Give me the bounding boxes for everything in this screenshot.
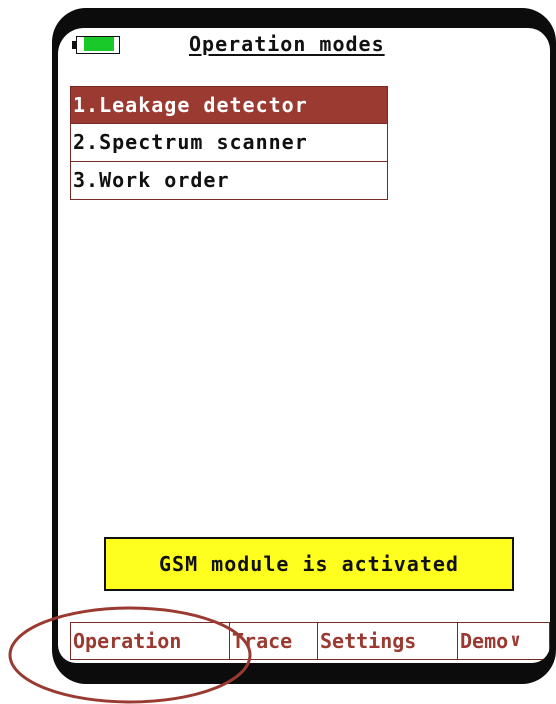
tab-operation[interactable]: Operation — [70, 622, 230, 660]
menu-item-leakage-detector[interactable]: 1.Leakage detector — [70, 86, 388, 124]
tab-settings[interactable]: Settings — [318, 622, 458, 660]
tab-demo[interactable]: Demo ∨ — [458, 622, 550, 660]
status-message: GSM module is activated — [104, 537, 514, 591]
menu-item-spectrum-scanner[interactable]: 2.Spectrum scanner — [70, 124, 388, 162]
chevron-down-icon[interactable]: ∨ — [508, 623, 521, 659]
tab-demo-label: Demo — [460, 629, 509, 653]
tab-trace[interactable]: Trace — [230, 622, 318, 660]
operation-mode-menu: 1.Leakage detector 2.Spectrum scanner 3.… — [70, 86, 388, 200]
menu-item-work-order[interactable]: 3.Work order — [70, 162, 388, 200]
battery-level — [84, 37, 114, 51]
battery-icon — [72, 36, 124, 54]
page-title: Operation modes — [189, 32, 385, 56]
bottom-tab-bar: Operation Trace Settings Demo ∨ — [70, 622, 550, 662]
device-screen: Operation modes 1.Leakage detector 2.Spe… — [58, 28, 550, 663]
